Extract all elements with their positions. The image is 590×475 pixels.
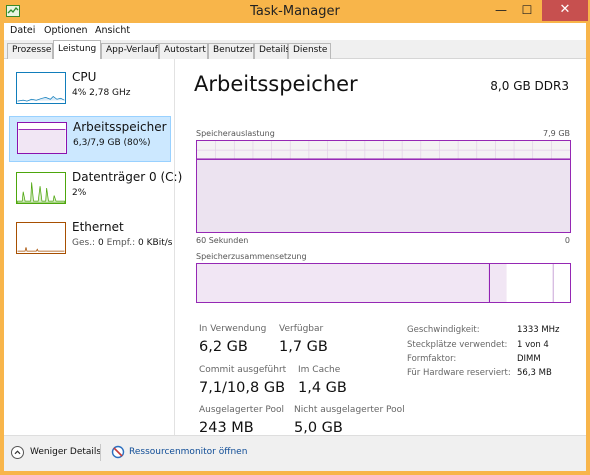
usage-graph-label: Speicherauslastung	[196, 129, 275, 138]
disk-graph-icon	[16, 172, 66, 204]
nonpaged-pool-label: Nicht ausgelagerter Pool	[294, 405, 405, 415]
fewer-details-button[interactable]: Weniger Details	[30, 447, 101, 457]
detail-formfactor-value: DIMM	[517, 354, 541, 364]
sidebar-item-disk-value: 2%	[72, 188, 87, 198]
footer-divider	[100, 444, 101, 461]
title-bar[interactable]: Task-Manager — ☐ ✕	[0, 0, 590, 23]
resource-monitor-link[interactable]: Ressourcenmonitor öffnen	[129, 447, 247, 457]
menu-optionen[interactable]: Optionen	[44, 25, 88, 36]
detail-formfactor-label: Formfaktor:	[407, 354, 457, 364]
menu-ansicht[interactable]: Ansicht	[95, 25, 130, 36]
tab-strip: Prozesse Leistung App-Verlauf Autostart …	[4, 40, 586, 60]
sidebar-item-memory[interactable]: Arbeitsspeicher 6,3/7,9 GB (80%)	[9, 116, 171, 162]
usage-graph-zero: 0	[564, 236, 570, 245]
tab-benutzer[interactable]: Benutzer	[208, 43, 254, 59]
resource-list: CPU 4% 2,78 GHz Arbeitsspeicher 6,3/7,9 …	[4, 59, 182, 435]
page-title: Arbeitsspeicher	[194, 72, 358, 96]
cpu-graph-icon	[16, 72, 66, 104]
tab-autostart[interactable]: Autostart	[159, 43, 208, 59]
tab-app-verlauf[interactable]: App-Verlauf	[101, 43, 159, 59]
nonpaged-pool-value: 5,0 GB	[294, 420, 343, 436]
paged-pool-value: 243 MB	[199, 420, 254, 436]
sidebar-item-memory-value: 6,3/7,9 GB (80%)	[73, 138, 151, 148]
committed-value: 7,1/10,8 GB	[199, 380, 286, 396]
ethernet-send-value: 0	[97, 238, 104, 248]
window-frame: Datei Optionen Ansicht Prozesse Leistung…	[4, 23, 586, 471]
memory-usage-graph	[196, 140, 571, 233]
sidebar-item-cpu[interactable]: CPU 4% 2,78 GHz	[9, 67, 171, 113]
chevron-up-icon[interactable]	[11, 446, 24, 459]
cached-value: 1,4 GB	[298, 380, 347, 396]
ethernet-recv-value: 0 KBit/s	[138, 238, 173, 248]
available-label: Verfügbar	[279, 324, 324, 334]
maximize-button[interactable]: ☐	[514, 0, 540, 21]
memory-graph-icon	[17, 122, 67, 154]
menu-bar: Datei Optionen Ansicht	[4, 23, 586, 40]
sidebar-item-cpu-value: 4% 2,78 GHz	[72, 88, 131, 98]
detail-reserved-value: 56,3 MB	[517, 368, 552, 378]
detail-speed-value: 1333 MHz	[517, 325, 560, 335]
minimize-button[interactable]: —	[488, 0, 514, 21]
usage-graph-max: 7,9 GB	[543, 129, 570, 138]
tab-leistung[interactable]: Leistung	[53, 40, 101, 60]
ethernet-recv-label: Empf.:	[106, 238, 136, 248]
task-manager-window: Task-Manager — ☐ ✕ Datei Optionen Ansich…	[0, 0, 590, 475]
detail-slots-label: Steckplätze verwendet:	[407, 340, 508, 350]
footer-bar: Weniger Details Ressourcenmonitor öffnen	[4, 435, 586, 471]
sidebar-item-memory-label: Arbeitsspeicher	[73, 120, 167, 134]
performance-content: CPU 4% 2,78 GHz Arbeitsspeicher 6,3/7,9 …	[4, 59, 586, 436]
committed-label: Commit ausgeführt	[199, 365, 287, 375]
ethernet-graph-icon	[16, 222, 66, 254]
tab-details[interactable]: Details	[254, 43, 290, 59]
ethernet-send-label: Ges.:	[72, 238, 96, 248]
usage-fill-area	[197, 159, 570, 232]
memory-spec: 8,0 GB DDR3	[490, 79, 569, 93]
composition-label: Speicherzusammensetzung	[196, 252, 307, 261]
tab-dienste[interactable]: Dienste	[288, 43, 331, 59]
usage-graph-time: 60 Sekunden	[196, 236, 249, 245]
available-value: 1,7 GB	[279, 339, 328, 355]
detail-slots-value: 1 von 4	[517, 340, 549, 350]
sidebar-item-ethernet-value: Ges.: 0 Empf.: 0 KBit/s	[72, 238, 172, 248]
menu-datei[interactable]: Datei	[10, 25, 35, 36]
composition-in-use	[197, 264, 507, 302]
sidebar-item-disk[interactable]: Datenträger 0 (C:) 2%	[9, 167, 182, 213]
sidebar-item-disk-label: Datenträger 0 (C:)	[72, 170, 183, 184]
tab-prozesse[interactable]: Prozesse	[7, 43, 53, 59]
sidebar-item-ethernet-label: Ethernet	[72, 220, 124, 234]
in-use-label: In Verwendung	[199, 324, 267, 334]
sidebar-item-ethernet[interactable]: Ethernet Ges.: 0 Empf.: 0 KBit/s	[9, 217, 172, 263]
memory-composition-bar	[196, 263, 571, 303]
detail-speed-label: Geschwindigkeit:	[407, 325, 480, 335]
memory-detail-panel: Arbeitsspeicher 8,0 GB DDR3 Speicherausl…	[176, 59, 586, 436]
cached-label: Im Cache	[298, 365, 341, 375]
resource-monitor-icon	[111, 445, 125, 459]
detail-reserved-label: Für Hardware reserviert:	[407, 368, 511, 378]
in-use-value: 6,2 GB	[199, 339, 248, 355]
paged-pool-label: Ausgelagerter Pool	[199, 405, 285, 415]
sidebar-item-cpu-label: CPU	[72, 70, 97, 84]
close-button[interactable]: ✕	[542, 0, 588, 21]
